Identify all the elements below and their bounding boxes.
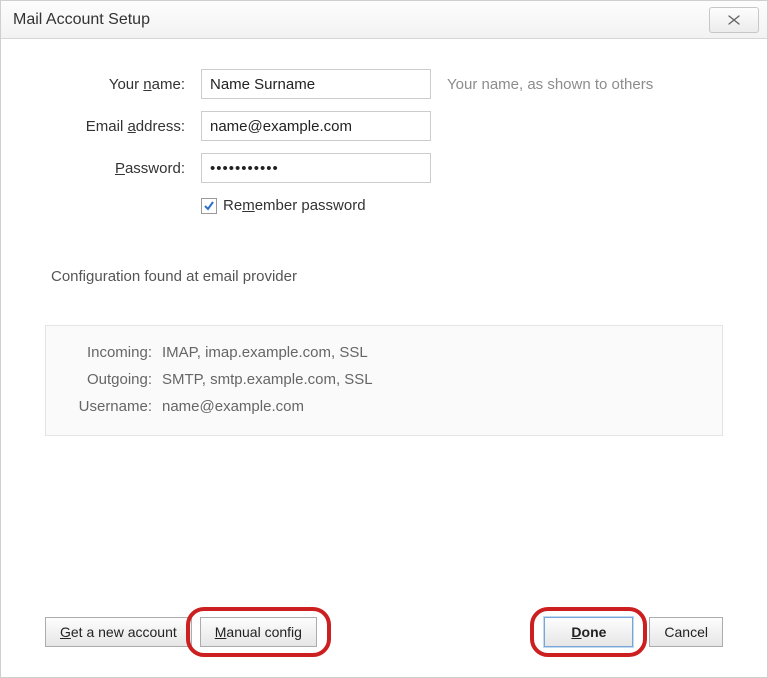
email-label: Email address: [45, 118, 185, 135]
titlebar: Mail Account Setup [1, 1, 767, 39]
button-row: Get a new account Manual config Done Can… [45, 617, 723, 647]
mail-account-setup-window: Mail Account Setup Your name: Your name,… [0, 0, 768, 678]
name-input[interactable] [201, 69, 431, 99]
incoming-row: Incoming: IMAP, imap.example.com, SSL [66, 344, 702, 361]
password-input[interactable] [201, 153, 431, 183]
server-config-box: Incoming: IMAP, imap.example.com, SSL Ou… [45, 325, 723, 436]
username-row: Username: name@example.com [66, 398, 702, 415]
name-hint: Your name, as shown to others [447, 76, 723, 93]
name-label: Your name: [45, 76, 185, 93]
incoming-label: Incoming: [66, 344, 152, 361]
window-title: Mail Account Setup [13, 11, 150, 29]
outgoing-row: Outgoing: SMTP, smtp.example.com, SSL [66, 371, 702, 388]
manual-config-button[interactable]: Manual config [200, 617, 317, 647]
email-input[interactable] [201, 111, 431, 141]
username-value: name@example.com [162, 398, 304, 415]
outgoing-label: Outgoing: [66, 371, 152, 388]
incoming-value: IMAP, imap.example.com, SSL [162, 344, 368, 361]
done-button[interactable]: Done [544, 617, 633, 647]
status-text: Configuration found at email provider [51, 268, 723, 285]
account-form: Your name: Your name, as shown to others… [45, 69, 723, 214]
get-new-account-button[interactable]: Get a new account [45, 617, 192, 647]
username-label: Username: [66, 398, 152, 415]
check-icon [203, 200, 215, 212]
cancel-button[interactable]: Cancel [649, 617, 723, 647]
outgoing-value: SMTP, smtp.example.com, SSL [162, 371, 373, 388]
remember-password-row: Remember password [201, 197, 723, 214]
remember-password-checkbox[interactable] [201, 198, 217, 214]
dialog-content: Your name: Your name, as shown to others… [1, 39, 767, 436]
close-icon [728, 15, 740, 25]
remember-password-label: Remember password [223, 197, 366, 214]
password-label: Password: [45, 160, 185, 177]
close-button[interactable] [709, 7, 759, 33]
